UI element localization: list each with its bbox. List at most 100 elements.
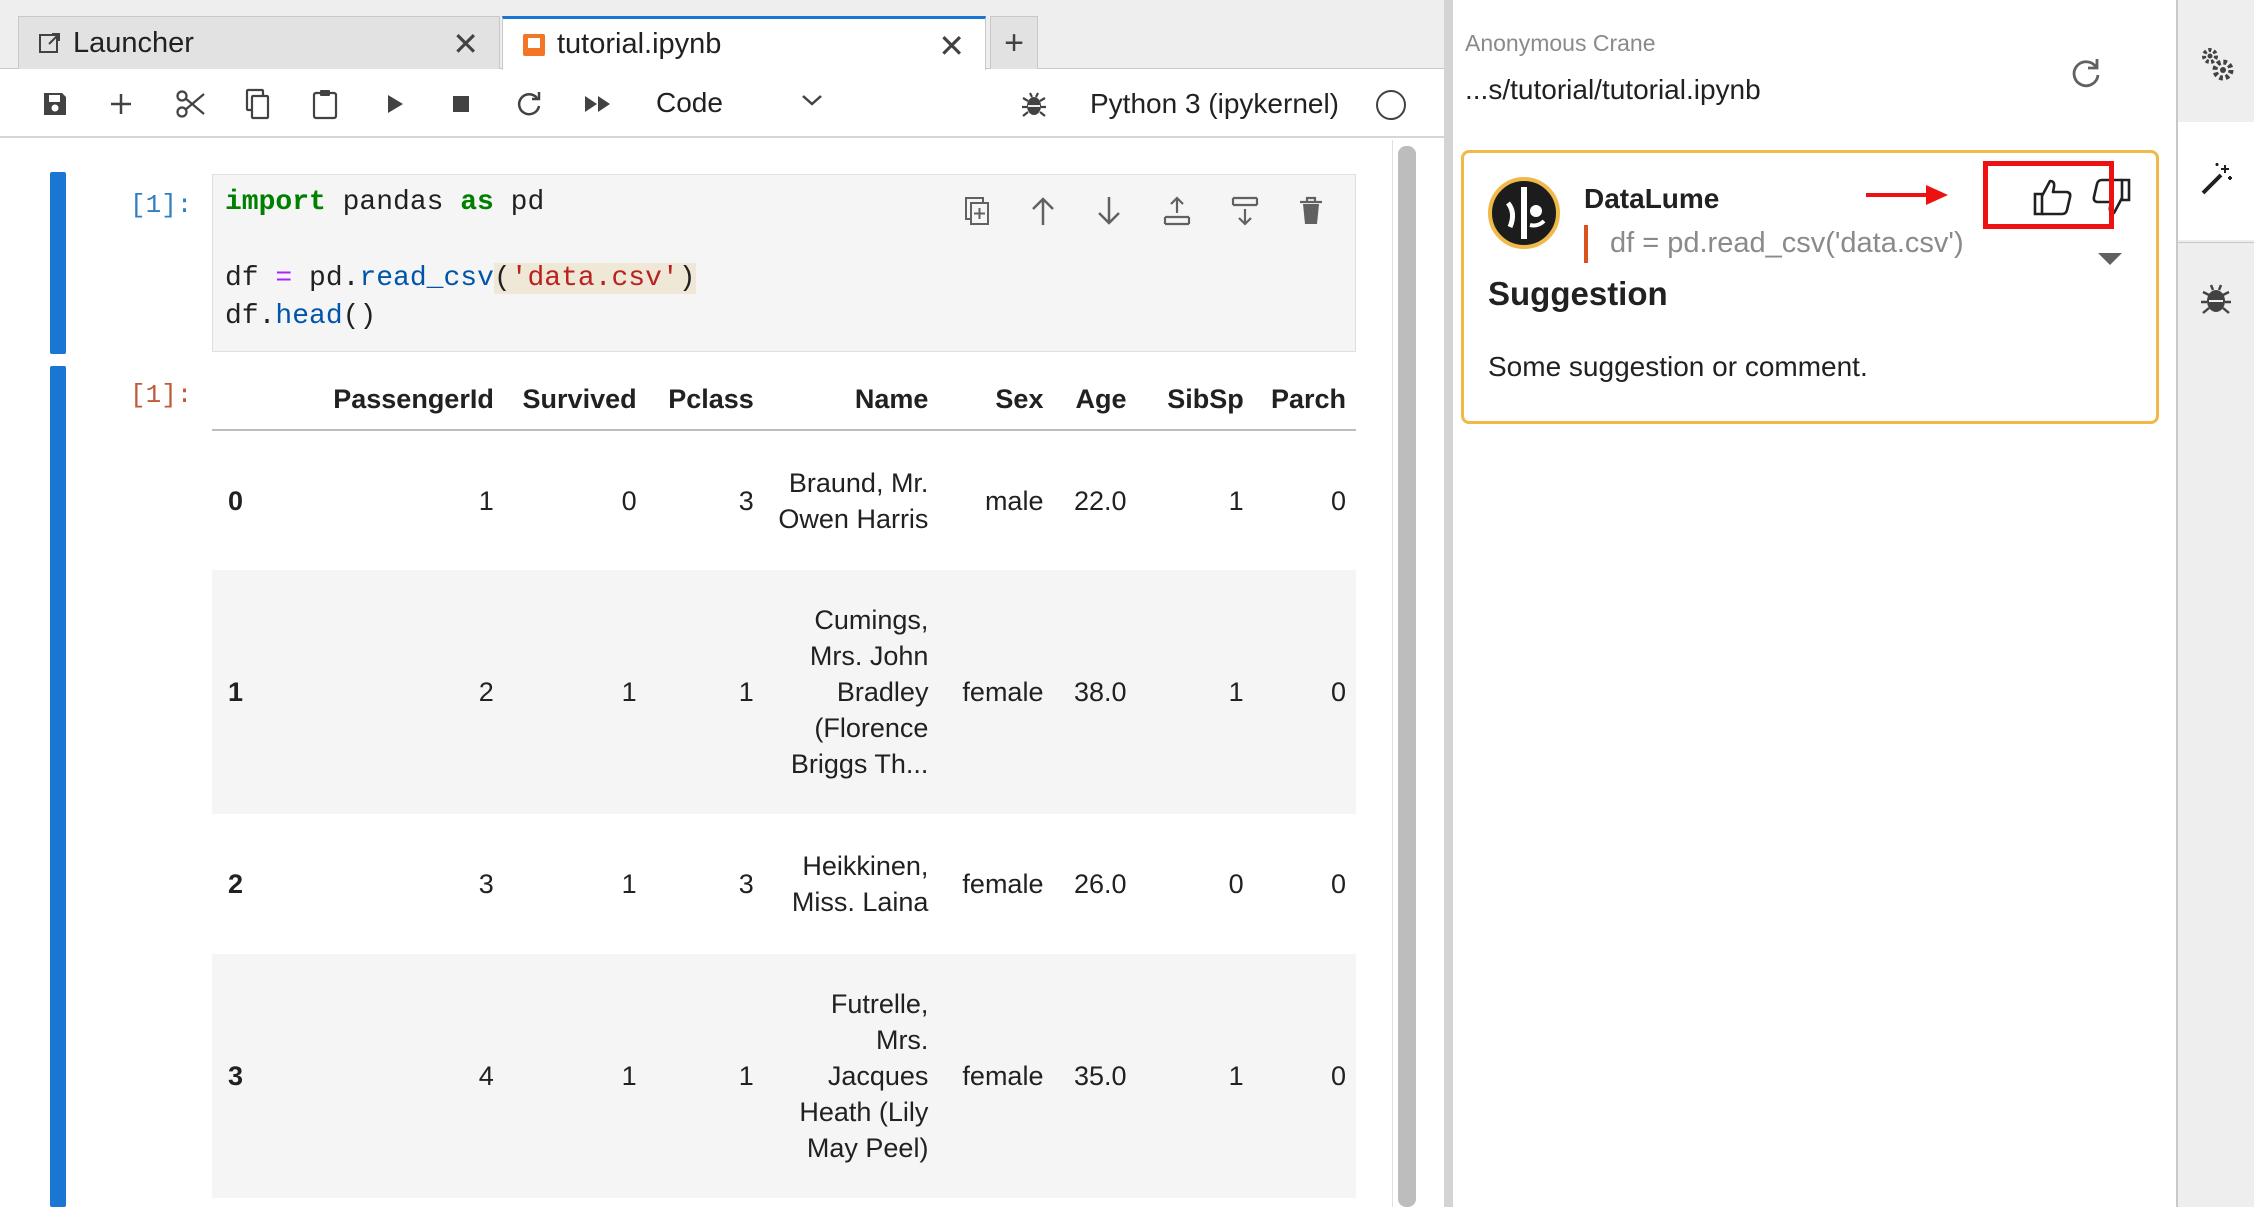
fast-forward-icon[interactable] — [580, 86, 616, 122]
column-header: Parch — [1253, 370, 1356, 431]
close-icon[interactable]: ✕ — [938, 27, 965, 65]
table-cell: 1 — [646, 570, 764, 814]
move-up-icon[interactable] — [1023, 191, 1063, 231]
input-collapser[interactable] — [50, 172, 66, 354]
table-cell: 0 — [621, 485, 637, 516]
table-cell: 0 — [1330, 869, 1346, 899]
column-header: Name — [763, 370, 939, 431]
column-header: Survived — [503, 370, 647, 431]
table-cell: female — [938, 570, 1054, 814]
restart-icon[interactable] — [512, 86, 546, 122]
launcher-icon — [37, 30, 63, 56]
user-name: Anonymous Crane — [1465, 30, 1656, 56]
table-cell: 0 — [1228, 869, 1244, 899]
gears-icon — [2196, 44, 2236, 89]
add-cell-icon[interactable] — [104, 86, 138, 122]
copy-icon[interactable] — [240, 86, 274, 122]
table-cell: 1 — [1228, 485, 1244, 516]
input-prompt: [1]: — [130, 190, 193, 220]
table-cell: 1 — [646, 954, 764, 1198]
code-line-1: import pandas as pd — [225, 187, 545, 218]
quote-bar — [1584, 225, 1588, 263]
move-down-icon[interactable] — [1089, 191, 1129, 231]
tab-launcher[interactable]: Launcher ✕ — [18, 16, 500, 69]
save-icon[interactable] — [38, 86, 72, 122]
table-row: 2 3 1 3 Heikkinen, Miss. Laina female 26… — [212, 814, 1356, 954]
table-cell: 1 — [1136, 570, 1254, 814]
tab-bar: Launcher ✕ tutorial.ipynb ✕ + — [0, 0, 1444, 70]
notebook-icon — [521, 32, 547, 58]
run-icon[interactable] — [380, 86, 410, 122]
code-editor[interactable]: import pandas as pd df = pd.read_csv('da… — [212, 174, 1356, 352]
table-cell: 1 — [1136, 954, 1254, 1198]
table-cell: 1 — [503, 954, 647, 1198]
scrollbar-thumb[interactable] — [1398, 146, 1416, 1207]
paste-icon[interactable] — [308, 86, 342, 122]
notebook-area: Launcher ✕ tutorial.ipynb ✕ + Code Pytho… — [0, 0, 1444, 1207]
stop-icon[interactable] — [446, 86, 476, 122]
row-index: 2 — [228, 869, 244, 899]
table-row: 0 1 0 3 Braund, Mr. Owen Harris male 22.… — [212, 430, 1356, 570]
assistant-name: DataLume — [1584, 183, 1720, 214]
suggestion-title: Suggestion — [1488, 275, 1668, 312]
caret-down-icon[interactable] — [2098, 253, 2122, 265]
chevron-down-icon[interactable] — [800, 92, 824, 113]
right-sidebar — [2176, 0, 2254, 1207]
column-header: PassengerId — [275, 370, 504, 431]
cut-icon[interactable] — [172, 86, 210, 122]
debugger-tab[interactable] — [2178, 242, 2254, 360]
row-index: 3 — [212, 954, 276, 1198]
property-inspector-tab[interactable] — [2178, 8, 2254, 126]
table-cell: female — [938, 954, 1054, 1198]
table-cell: 3 — [738, 485, 754, 516]
close-icon[interactable]: ✕ — [452, 25, 479, 63]
column-header: Sex — [938, 370, 1054, 431]
table-cell: male — [984, 485, 1044, 516]
output-collapser[interactable] — [50, 366, 66, 1207]
table-cell: 4 — [275, 954, 504, 1198]
table-cell: Cumings, Mrs. John Bradley (Florence Bri… — [763, 570, 939, 814]
row-index: 1 — [212, 570, 276, 814]
cell-type-select[interactable]: Code — [656, 82, 723, 124]
new-tab-button[interactable]: + — [990, 16, 1038, 69]
table-header-row: PassengerId Survived Pclass Name Sex Age… — [212, 370, 1356, 431]
assistant-tab[interactable] — [2178, 122, 2254, 240]
table-cell: 1 — [621, 869, 637, 899]
row-index: 0 — [228, 485, 244, 516]
table-cell: 22.0 — [1073, 485, 1127, 516]
delete-cell-icon[interactable] — [1291, 191, 1331, 231]
table-row: 1 2 1 1 Cumings, Mrs. John Bradley (Flor… — [212, 570, 1356, 814]
panel-splitter[interactable] — [1444, 0, 1453, 1207]
kernel-status-icon — [1376, 90, 1406, 120]
arrow-right-icon — [1866, 183, 1950, 212]
table-cell: 1 — [478, 485, 494, 516]
dataframe-output: PassengerId Survived Pclass Name Sex Age… — [212, 370, 1356, 1198]
column-header: SibSp — [1136, 370, 1254, 431]
table-cell: 1 — [503, 570, 647, 814]
insert-below-icon[interactable] — [1225, 191, 1265, 231]
tab-tutorial-notebook[interactable]: tutorial.ipynb ✕ — [502, 16, 986, 70]
table-cell: 0 — [1253, 954, 1356, 1198]
table-cell: 0 — [1330, 485, 1346, 516]
kernel-name[interactable]: Python 3 (ipykernel) — [1090, 84, 1339, 124]
table-cell: Braund, Mr. Owen Harris — [778, 467, 929, 534]
column-header: Age — [1053, 370, 1137, 431]
dataframe-table: PassengerId Survived Pclass Name Sex Age… — [212, 370, 1356, 1198]
table-cell: female — [962, 869, 1044, 899]
bug-icon — [2199, 281, 2233, 322]
code-line-3: df = pd.read_csv('data.csv') — [225, 263, 696, 294]
table-cell: 0 — [1253, 570, 1356, 814]
debugger-icon[interactable] — [1016, 86, 1052, 122]
table-cell: 2 — [275, 570, 504, 814]
notebook-toolbar: Code Python 3 (ipykernel) — [0, 70, 1444, 138]
duplicate-cell-icon[interactable] — [957, 191, 997, 231]
notebook-content[interactable]: [1]: [1]: import pandas as pd df = pd.re… — [0, 140, 1444, 1207]
insert-above-icon[interactable] — [1157, 191, 1197, 231]
refresh-icon[interactable] — [2069, 56, 2103, 95]
suggestion-body: Some suggestion or comment. — [1488, 351, 1868, 382]
table-cell: 3 — [478, 869, 494, 899]
file-path: ...s/tutorial/tutorial.ipynb — [1465, 74, 1761, 105]
column-header: Pclass — [646, 370, 764, 431]
magic-wand-icon — [2197, 159, 2237, 204]
code-line-4: df.head() — [225, 301, 377, 332]
